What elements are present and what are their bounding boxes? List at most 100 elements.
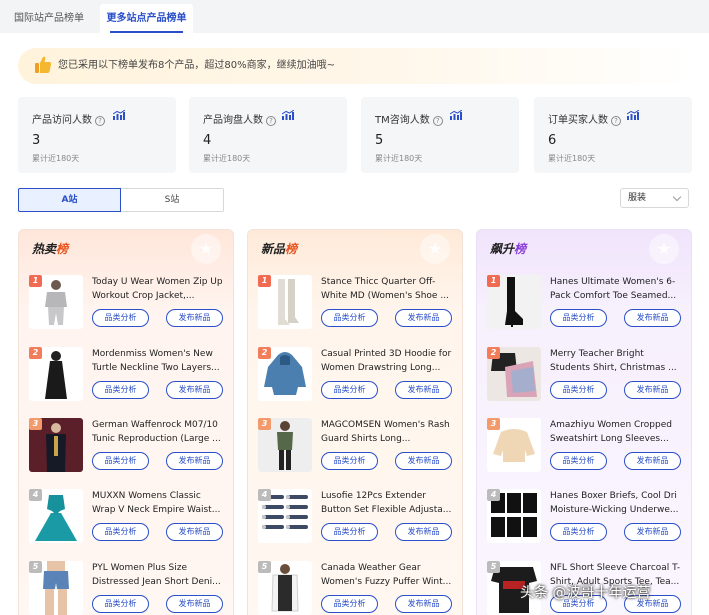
- rank-badge: 3: [487, 418, 500, 430]
- list-title: 热卖榜: [32, 242, 69, 256]
- encouragement-banner: 您已采用以下榜单发布8个产品，超过80%商家，继续加油哦~: [18, 48, 698, 84]
- category-analysis-button[interactable]: 品类分析: [550, 381, 607, 399]
- stat-label: 产品访问人数: [32, 115, 92, 126]
- medal-icon: ★: [649, 234, 679, 264]
- category-analysis-button[interactable]: 品类分析: [92, 595, 149, 613]
- stat-value: 5: [375, 133, 384, 148]
- list-item: 4 MUXXN Womens Classic Wrap V Neck Empir…: [29, 489, 229, 547]
- stat-sub: 累计近180天: [548, 154, 596, 163]
- product-name[interactable]: Amazhiyu Women Cropped Sweatshirt Long S…: [550, 418, 682, 446]
- trend-chart-icon[interactable]: [282, 110, 294, 120]
- list-title: 新品榜: [261, 242, 298, 256]
- product-name[interactable]: Casual Printed 3D Hoodie for Women Draws…: [321, 347, 453, 375]
- category-analysis-button[interactable]: 品类分析: [321, 309, 378, 327]
- product-name[interactable]: PYL Women Plus Size Distressed Jean Shor…: [92, 561, 224, 589]
- rank-badge: 5: [29, 561, 42, 573]
- publish-new-product-button[interactable]: 发布新品: [166, 595, 223, 613]
- rank-badge: 1: [487, 275, 500, 287]
- tab-bar: 国际站产品榜单 更多站点产品榜单: [0, 0, 709, 33]
- category-analysis-button[interactable]: 品类分析: [321, 595, 378, 613]
- rank-badge: 3: [29, 418, 42, 430]
- stat-sub: 累计近180天: [203, 154, 251, 163]
- hot-sellers-list: 热卖榜 ★ 1 Today U Wear Women Zip Up Workou…: [18, 229, 234, 615]
- stat-label: TM咨询人数: [375, 115, 430, 126]
- new-products-list: 新品榜 ★ 1 Stance Thicc Quarter Off-White M…: [247, 229, 463, 615]
- medal-icon: ★: [191, 234, 221, 264]
- list-item: 1 Hanes Ultimate Women's 6-Pack Comfort …: [487, 275, 687, 333]
- thumbs-up-icon: [35, 56, 52, 73]
- stat-sub: 累计近180天: [32, 154, 80, 163]
- medal-icon: ★: [420, 234, 450, 264]
- rank-badge: 2: [258, 347, 271, 359]
- stat-value: 4: [203, 133, 212, 148]
- category-analysis-button[interactable]: 品类分析: [550, 452, 607, 470]
- publish-new-product-button[interactable]: 发布新品: [624, 523, 681, 541]
- product-name[interactable]: Hanes Ultimate Women's 6-Pack Comfort To…: [550, 275, 682, 303]
- product-name[interactable]: Merry Teacher Bright Students Shirt, Chr…: [550, 347, 682, 375]
- publish-new-product-button[interactable]: 发布新品: [166, 452, 223, 470]
- product-name[interactable]: MUXXN Womens Classic Wrap V Neck Empire …: [92, 489, 224, 517]
- banner-text: 您已采用以下榜单发布8个产品，超过80%商家，继续加油哦~: [58, 60, 335, 71]
- category-analysis-button[interactable]: 品类分析: [321, 523, 378, 541]
- product-name[interactable]: Canada Weather Gear Women's Fuzzy Puffer…: [321, 561, 453, 589]
- category-analysis-button[interactable]: 品类分析: [92, 309, 149, 327]
- tab-international[interactable]: 国际站产品榜单: [4, 4, 94, 33]
- site-a-toggle[interactable]: A站: [18, 188, 121, 212]
- product-name[interactable]: Today U Wear Women Zip Up Workout Crop J…: [92, 275, 224, 303]
- site-s-toggle[interactable]: S站: [121, 188, 224, 212]
- category-analysis-button[interactable]: 品类分析: [321, 381, 378, 399]
- trend-chart-icon[interactable]: [450, 110, 462, 120]
- publish-new-product-button[interactable]: 发布新品: [166, 523, 223, 541]
- rank-badge: 1: [29, 275, 42, 287]
- publish-new-product-button[interactable]: 发布新品: [166, 309, 223, 327]
- publish-new-product-button[interactable]: 发布新品: [395, 309, 452, 327]
- help-icon[interactable]: ?: [95, 116, 105, 126]
- rank-badge: 2: [487, 347, 500, 359]
- category-analysis-button[interactable]: 品类分析: [92, 523, 149, 541]
- category-analysis-button[interactable]: 品类分析: [92, 381, 149, 399]
- list-item: 5 Canada Weather Gear Women's Fuzzy Puff…: [258, 561, 458, 615]
- trend-chart-icon[interactable]: [627, 110, 639, 120]
- publish-new-product-button[interactable]: 发布新品: [624, 381, 681, 399]
- stat-card-tm-consults: TM咨询人数? 5 累计近180天: [361, 97, 519, 173]
- stat-value: 3: [32, 133, 41, 148]
- publish-new-product-button[interactable]: 发布新品: [166, 381, 223, 399]
- list-item: 1 Today U Wear Women Zip Up Workout Crop…: [29, 275, 229, 333]
- rank-badge: 2: [29, 347, 42, 359]
- stat-sub: 累计近180天: [375, 154, 423, 163]
- product-name[interactable]: Mordenmiss Women's New Turtle Neckline T…: [92, 347, 224, 375]
- category-select[interactable]: 服装: [620, 188, 689, 208]
- main-content: 您已采用以下榜单发布8个产品，超过80%商家，继续加油哦~ 产品访问人数? 3 …: [0, 33, 709, 615]
- help-icon[interactable]: ?: [611, 116, 621, 126]
- publish-new-product-button[interactable]: 发布新品: [395, 452, 452, 470]
- category-analysis-button[interactable]: 品类分析: [92, 452, 149, 470]
- publish-new-product-button[interactable]: 发布新品: [395, 381, 452, 399]
- tab-more-sites[interactable]: 更多站点产品榜单: [100, 4, 193, 33]
- rank-badge: 4: [258, 489, 271, 501]
- stat-label: 产品询盘人数: [203, 115, 263, 126]
- rank-badge: 5: [487, 561, 500, 573]
- list-item: 4 Lusofie 12Pcs Extender Button Set Flex…: [258, 489, 458, 547]
- publish-new-product-button[interactable]: 发布新品: [624, 452, 681, 470]
- category-select-value: 服装: [628, 193, 647, 203]
- product-name[interactable]: Lusofie 12Pcs Extender Button Set Flexib…: [321, 489, 453, 517]
- category-analysis-button[interactable]: 品类分析: [550, 309, 607, 327]
- publish-new-product-button[interactable]: 发布新品: [624, 309, 681, 327]
- help-icon[interactable]: ?: [266, 116, 276, 126]
- publish-new-product-button[interactable]: 发布新品: [395, 523, 452, 541]
- trend-chart-icon[interactable]: [113, 110, 125, 120]
- category-analysis-button[interactable]: 品类分析: [550, 523, 607, 541]
- category-analysis-button[interactable]: 品类分析: [321, 452, 378, 470]
- product-name[interactable]: Hanes Boxer Briefs, Cool Dri Moisture-Wi…: [550, 489, 682, 517]
- list-item: 4 Hanes Boxer Briefs, Cool Dri Moisture-…: [487, 489, 687, 547]
- stat-label: 订单买家人数: [548, 115, 608, 126]
- list-item: 2 Merry Teacher Bright Students Shirt, C…: [487, 347, 687, 405]
- rank-badge: 3: [258, 418, 271, 430]
- publish-new-product-button[interactable]: 发布新品: [395, 595, 452, 613]
- product-name[interactable]: Stance Thicc Quarter Off-White MD (Women…: [321, 275, 453, 303]
- list-title: 飙升榜: [490, 242, 527, 256]
- product-name[interactable]: German Waffenrock M07/10 Tunic Reproduct…: [92, 418, 224, 446]
- list-item: 2 Casual Printed 3D Hoodie for Women Dra…: [258, 347, 458, 405]
- help-icon[interactable]: ?: [432, 116, 443, 126]
- product-name[interactable]: MAGCOMSEN Women's Rash Guard Shirts Long…: [321, 418, 453, 446]
